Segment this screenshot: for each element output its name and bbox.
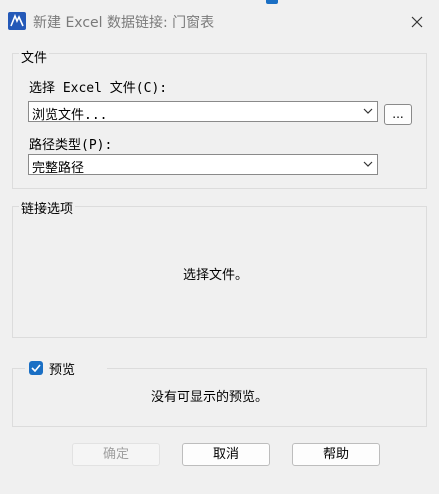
- preview-message: 没有可显示的预览。: [151, 390, 269, 405]
- path-type-dropdown[interactable]: 完整路径: [28, 154, 378, 176]
- link-options-label: 链接选项: [19, 198, 76, 217]
- ok-button[interactable]: 确定: [72, 443, 160, 466]
- help-button[interactable]: 帮助: [292, 443, 380, 466]
- excel-data-link-dialog: 新建 Excel 数据链接: 门窗表 文件 选择 Excel 文件(C): 浏览…: [0, 0, 439, 494]
- path-type-label: 路径类型(P):: [29, 138, 113, 153]
- background-checkbox: [266, 0, 278, 4]
- title-bar: 新建 Excel 数据链接: 门窗表: [0, 6, 439, 38]
- chevron-down-icon: [363, 108, 373, 114]
- select-excel-file-label: 选择 Excel 文件(C):: [29, 81, 168, 96]
- path-type-value: 完整路径: [32, 161, 85, 176]
- chevron-down-icon: [363, 161, 373, 167]
- excel-file-dropdown[interactable]: 浏览文件...: [28, 101, 378, 123]
- check-icon: [31, 364, 41, 372]
- cancel-button[interactable]: 取消: [182, 443, 270, 466]
- close-icon: [411, 16, 423, 28]
- preview-label: 预览: [49, 363, 76, 378]
- window-title: 新建 Excel 数据链接: 门窗表: [33, 15, 215, 31]
- file-group-label: 文件: [19, 47, 50, 66]
- close-button[interactable]: [405, 10, 429, 34]
- excel-file-value: 浏览文件...: [32, 108, 108, 123]
- browse-button[interactable]: ...: [384, 104, 412, 125]
- autocad-icon: [8, 12, 26, 30]
- link-options-message: 选择文件。: [183, 268, 249, 283]
- preview-checkbox[interactable]: [29, 361, 43, 375]
